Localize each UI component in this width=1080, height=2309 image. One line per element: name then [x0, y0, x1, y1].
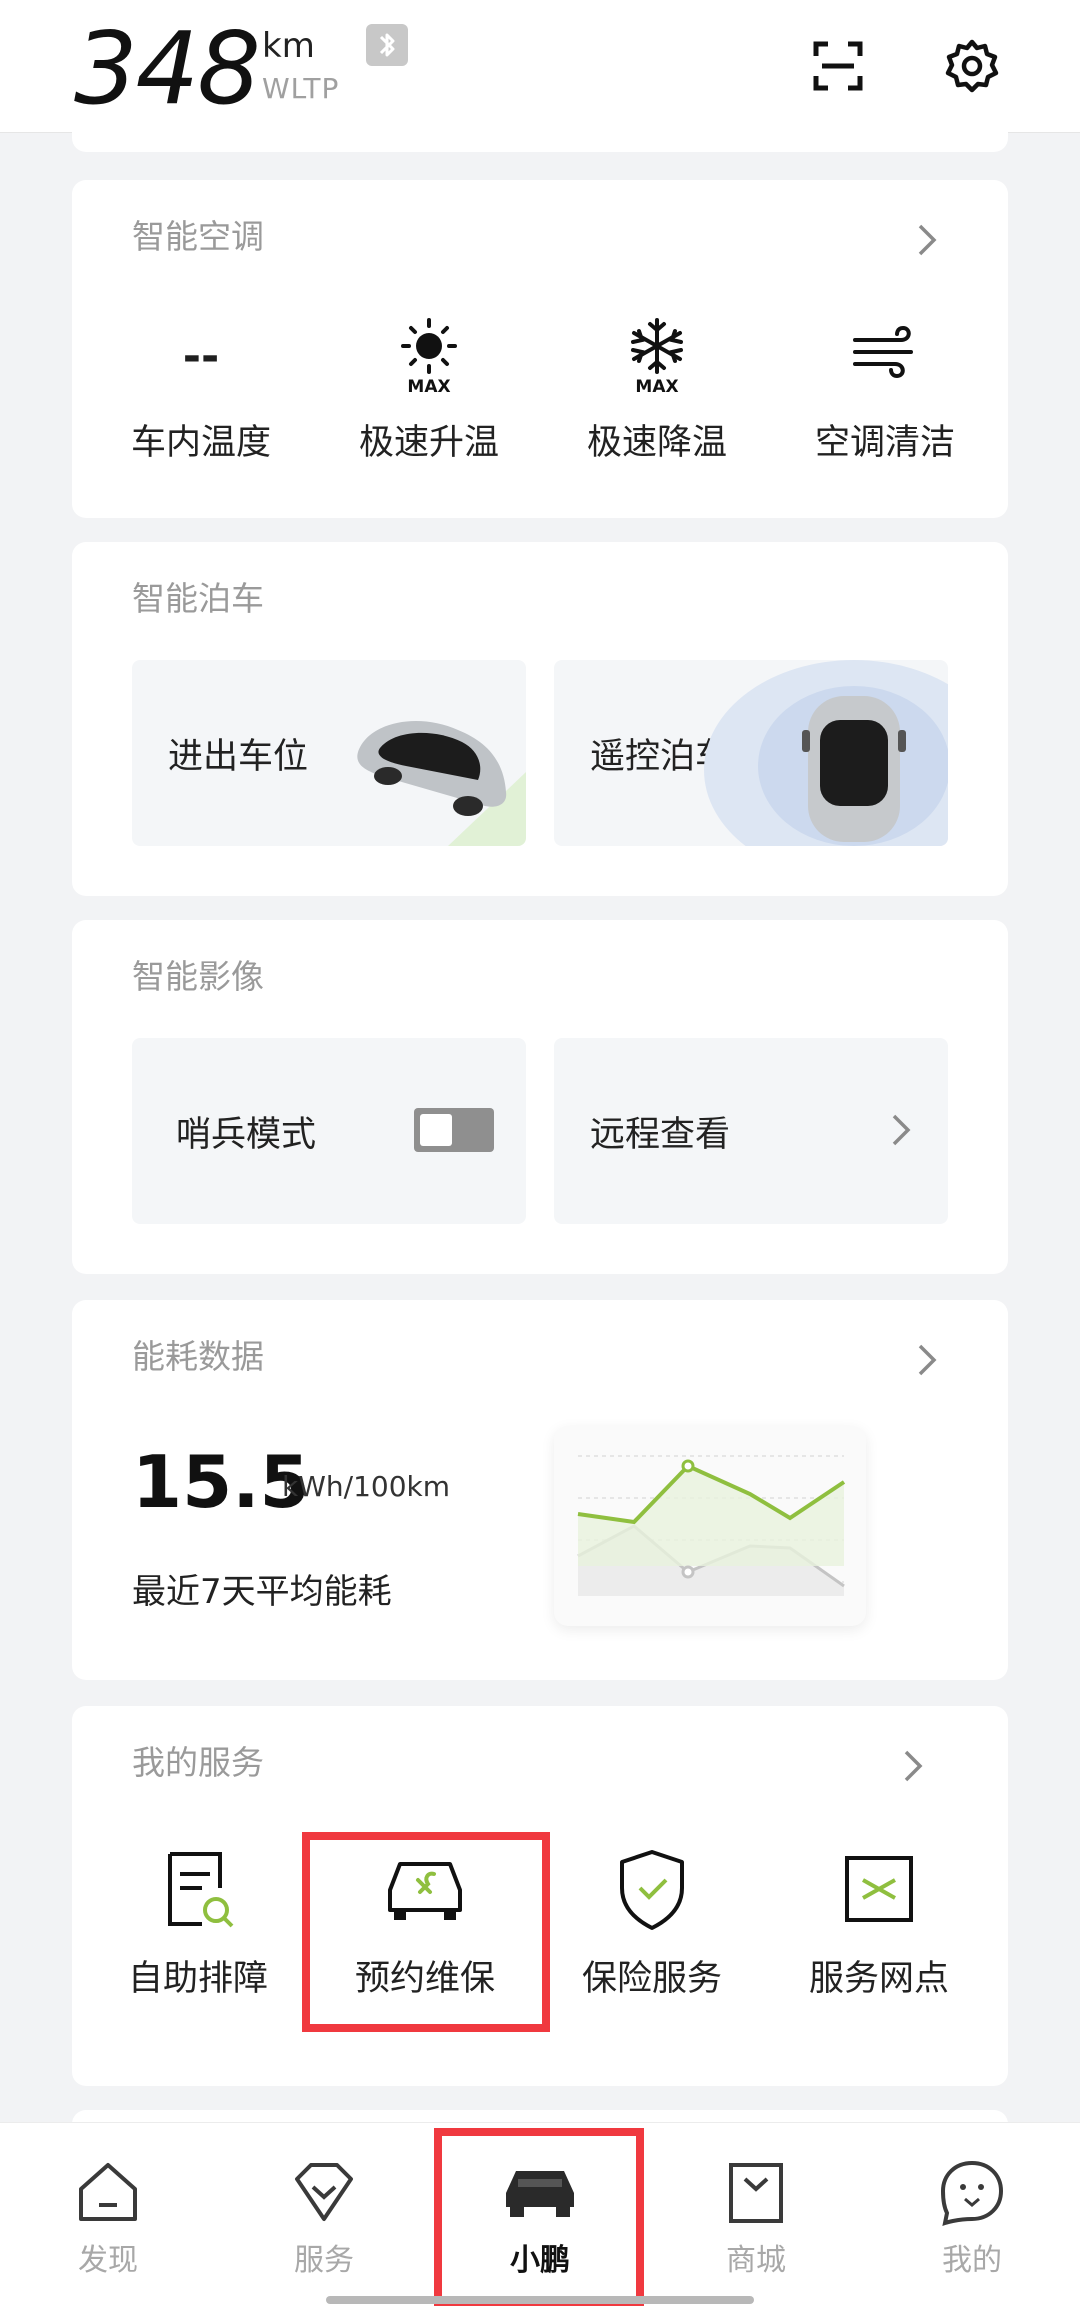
shop-bag-icon — [676, 2157, 836, 2227]
parking-card: 智能泊车 进出车位 遥控泊车 — [72, 542, 1008, 896]
car-parking-image — [357, 721, 526, 846]
self-diagnose-label: 自助排障 — [127, 1959, 268, 1999]
self-diagnose-button[interactable]: 自助排障 — [93, 1844, 303, 2001]
services-title: 我的服务 — [132, 1743, 264, 1782]
climate-card: 智能空调 -- 车内温度 MAX 极速升温 MAX 极速降温 空调清洁 — [72, 180, 1008, 518]
insurance-shield-icon — [547, 1844, 757, 1934]
profile-face-icon — [892, 2157, 1052, 2227]
energy-card[interactable]: 能耗数据 15.5 kWh/100km 最近7天平均能耗 — [72, 1300, 1008, 1680]
svg-text:MAX: MAX — [407, 377, 450, 396]
service-gem-icon — [244, 2157, 404, 2227]
tab-service[interactable]: 服务 — [244, 2123, 404, 2309]
service-points-button[interactable]: 服务网点 — [774, 1844, 984, 2001]
services-more-chevron-icon[interactable] — [892, 1746, 932, 1786]
sun-max-icon: MAX — [329, 316, 529, 396]
climate-more-chevron-icon[interactable] — [906, 220, 946, 260]
maintenance-highlight-box — [302, 1832, 550, 2032]
park-in-out-label: 进出车位 — [168, 737, 309, 777]
remote-view-chevron-icon — [880, 1110, 920, 1150]
tab-mine-label: 我的 — [942, 2243, 1002, 2278]
park-in-out-tile[interactable]: 进出车位 — [132, 660, 526, 846]
gear-icon[interactable] — [942, 36, 1002, 96]
active-tab-highlight-box — [434, 2128, 644, 2306]
sentry-mode-toggle[interactable] — [414, 1108, 494, 1152]
quick-cool-button[interactable]: MAX 极速降温 — [557, 316, 757, 465]
insurance-service-button[interactable]: 保险服务 — [547, 1844, 757, 2001]
wind-icon — [785, 316, 985, 396]
cabin-temperature-label: 车内温度 — [130, 423, 271, 463]
sentry-mode-label: 哨兵模式 — [176, 1115, 317, 1155]
ac-clean-label: 空调清洁 — [814, 423, 955, 463]
bluetooth-icon — [366, 24, 408, 66]
tab-discover[interactable]: 发现 — [28, 2123, 188, 2309]
parking-title: 智能泊车 — [132, 579, 264, 618]
remote-view-label: 远程查看 — [590, 1115, 731, 1155]
range-standard: WLTP — [262, 72, 340, 105]
service-point-icon — [774, 1844, 984, 1934]
remote-parking-tile[interactable]: 遥控泊车 — [554, 660, 948, 846]
imaging-title: 智能影像 — [132, 957, 264, 996]
range-unit: km — [262, 26, 315, 66]
imaging-card: 智能影像 哨兵模式 远程查看 — [72, 920, 1008, 1274]
energy-unit: kWh/100km — [282, 1470, 451, 1503]
tab-mine[interactable]: 我的 — [892, 2123, 1052, 2309]
scan-icon[interactable] — [808, 36, 868, 96]
ac-clean-button[interactable]: 空调清洁 — [785, 316, 985, 465]
tab-service-label: 服务 — [294, 2243, 354, 2278]
energy-title: 能耗数据 — [132, 1337, 264, 1376]
service-points-label: 服务网点 — [808, 1959, 949, 1999]
cabin-temperature: -- 车内温度 — [101, 316, 301, 465]
energy-description: 最近7天平均能耗 — [132, 1572, 392, 1612]
insurance-service-label: 保险服务 — [581, 1959, 722, 1999]
tab-shop-label: 商城 — [726, 2243, 786, 2278]
climate-title: 智能空调 — [132, 217, 264, 256]
cabin-temperature-value: -- — [182, 330, 220, 382]
home-icon — [28, 2157, 188, 2227]
snowflake-max-icon: MAX — [557, 316, 757, 396]
toggle-knob — [420, 1114, 452, 1146]
quick-cool-label: 极速降温 — [586, 423, 727, 463]
energy-trend-chart — [554, 1426, 866, 1626]
quick-heat-label: 极速升温 — [358, 423, 499, 463]
tab-shop[interactable]: 商城 — [676, 2123, 836, 2309]
sentry-mode-tile: 哨兵模式 — [132, 1038, 526, 1224]
home-indicator[interactable] — [326, 2296, 754, 2304]
energy-more-chevron-icon[interactable] — [906, 1340, 946, 1380]
previous-card-edge — [72, 110, 1008, 152]
tab-discover-label: 发现 — [78, 2243, 138, 2278]
remote-view-tile[interactable]: 远程查看 — [554, 1038, 948, 1224]
remote-parking-car-image — [704, 660, 948, 846]
svg-text:MAX: MAX — [635, 377, 678, 396]
quick-heat-button[interactable]: MAX 极速升温 — [329, 316, 529, 465]
range-value: 348 — [74, 10, 261, 127]
diagnose-icon — [93, 1844, 303, 1934]
